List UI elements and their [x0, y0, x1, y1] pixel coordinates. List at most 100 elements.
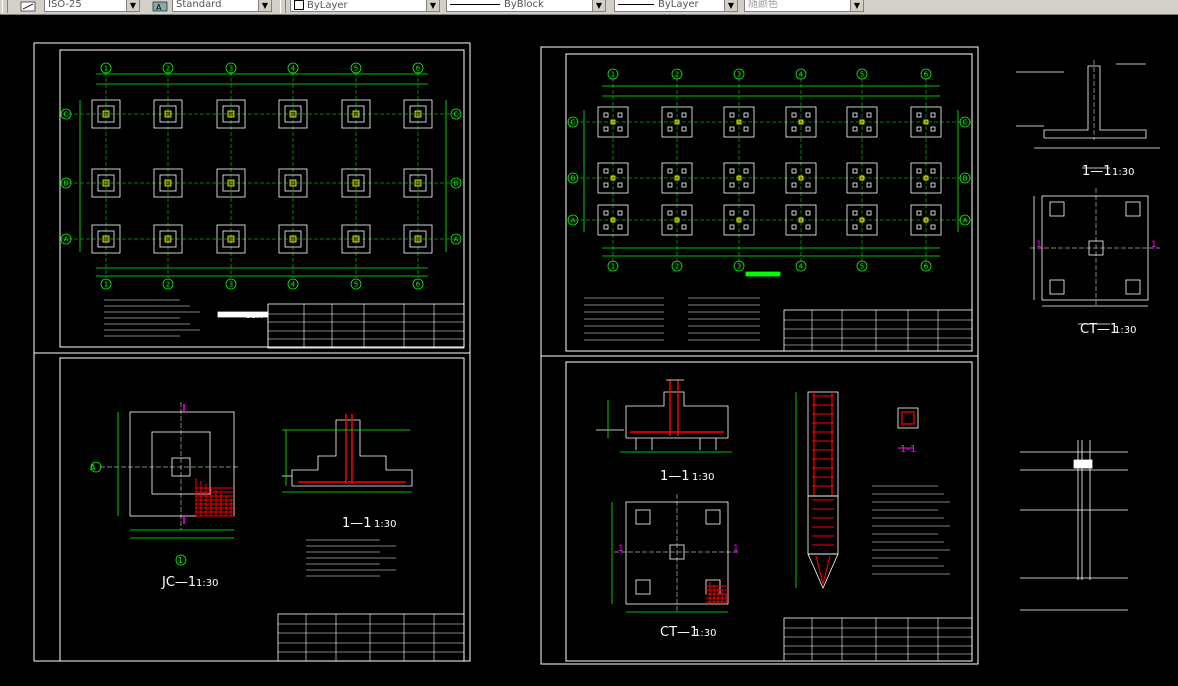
- axis-bubble-bottom-label: 6: [416, 281, 421, 289]
- axis-bubble-right-label: C: [454, 111, 459, 119]
- linetype-combo[interactable]: ByBlock ▼: [446, 0, 606, 12]
- pile-square: [805, 168, 811, 174]
- pile-axis-bubble-bottom-label: 1: [611, 263, 615, 271]
- pile-axis-bubble-bottom-label: 6: [924, 263, 929, 271]
- pile-axis-bubble-bottom-label: 2: [675, 263, 679, 271]
- pile-square: [617, 224, 623, 230]
- axis-bubble-top-label: 2: [166, 65, 170, 73]
- column-square: [227, 179, 235, 187]
- pile-column: [923, 175, 929, 181]
- section-scale-left: 1:30: [374, 519, 396, 530]
- fragment-cap: [1073, 459, 1093, 469]
- pile-square: [852, 224, 858, 230]
- pile-square: [916, 112, 922, 118]
- pile-column: [736, 119, 742, 125]
- pile-square: [791, 224, 797, 230]
- pile-square: [681, 126, 687, 132]
- text-style-icon[interactable]: A: [152, 0, 168, 13]
- column-square: [414, 110, 422, 118]
- chevron-down-icon[interactable]: ▼: [592, 0, 605, 11]
- pile-square: [617, 126, 623, 132]
- pile-square: [866, 210, 872, 216]
- far-section-outline: [1043, 65, 1147, 139]
- pile-square: [866, 168, 872, 174]
- pile-axis-bubble-left-label: A: [571, 217, 576, 225]
- pile-square: [805, 126, 811, 132]
- pile-square: [916, 210, 922, 216]
- pile-square: [729, 112, 735, 118]
- column-square: [289, 235, 297, 243]
- pile-square: [681, 224, 687, 230]
- axis-bubble-bottom-label: 5: [354, 281, 358, 289]
- plotstyle-value: 随颜色: [748, 0, 778, 10]
- chevron-down-icon[interactable]: ▼: [258, 0, 271, 11]
- pile-square: [603, 224, 609, 230]
- pile-square: [667, 224, 673, 230]
- pile-square: [930, 168, 936, 174]
- pile-cross-rebar: [901, 411, 915, 425]
- pile-plan-border: [565, 53, 973, 352]
- chevron-down-icon[interactable]: ▼: [426, 0, 439, 11]
- section-scale-right: 1:30: [692, 472, 714, 483]
- pile-square: [866, 224, 872, 230]
- pile-square: [916, 182, 922, 188]
- toolbar-grip[interactable]: [280, 0, 286, 13]
- linetype-value: ByBlock: [504, 0, 544, 10]
- pile-square: [791, 210, 797, 216]
- pile-column: [859, 119, 865, 125]
- axis-bubble-bottom-label: 1: [104, 281, 108, 289]
- ct-far-mark-left: 1: [1036, 240, 1042, 250]
- drawing-canvas[interactable]: 1 1 2 2 3 3 4 4 5 5 6 6 C C B B A A 1 1 2 2 3 3 4 4 5 5 6 6 C C B B A A JC—…: [0, 15, 1178, 686]
- lineweight-combo[interactable]: ByLayer ▼: [614, 0, 738, 12]
- pile-square: [729, 182, 735, 188]
- column-square: [414, 235, 422, 243]
- ct-pile-3: [635, 579, 651, 595]
- pile-square: [667, 126, 673, 132]
- ct-scale: 1:30: [694, 628, 716, 639]
- color-combo[interactable]: ByLayer ▼: [290, 0, 440, 12]
- ct-pile-2: [705, 509, 721, 525]
- column-square: [164, 110, 172, 118]
- pile-axis-bubble-bottom-label: 4: [799, 263, 804, 271]
- plotstyle-combo[interactable]: 随颜色 ▼: [744, 0, 864, 12]
- ct-title: CT—1: [660, 625, 698, 640]
- pile-square: [805, 182, 811, 188]
- pile-square: [617, 210, 623, 216]
- pile-axis-bubble-top-label: 3: [737, 71, 741, 79]
- text-style-combo[interactable]: Standard ▼: [172, 0, 272, 12]
- pile-axis-bubble-top-label: 6: [924, 71, 929, 79]
- pile-column: [674, 217, 680, 223]
- chevron-down-icon[interactable]: ▼: [850, 0, 863, 11]
- column-square: [352, 179, 360, 187]
- dimension-style-combo[interactable]: ISO-25 ▼: [44, 0, 140, 12]
- pile-square: [916, 126, 922, 132]
- plan-border: [59, 49, 465, 348]
- chevron-down-icon[interactable]: ▼: [724, 0, 737, 11]
- pile-column: [798, 217, 804, 223]
- pile-square: [852, 182, 858, 188]
- plan-scale: 1:100: [246, 313, 263, 320]
- far-ct-pile-3: [1049, 279, 1065, 295]
- pile-detail-border: [565, 361, 973, 662]
- left-sheet-frame: [33, 42, 471, 662]
- column-square: [352, 235, 360, 243]
- pile-square: [930, 224, 936, 230]
- pile-square: [667, 168, 673, 174]
- toolbar-grip[interactable]: [2, 0, 8, 13]
- pile-square: [617, 112, 623, 118]
- properties-toolbar: ISO-25 ▼ A Standard ▼ ByLayer ▼ ByBlock ▼ By…: [0, 0, 1178, 15]
- ct-pile-1: [635, 509, 651, 525]
- axis-bubble-left-label: C: [64, 111, 69, 119]
- axis-bubble-right-label: B: [454, 180, 459, 188]
- far-ct-pile-4: [1125, 279, 1141, 295]
- jc-title: JC—1: [161, 575, 196, 590]
- pile-axis-bubble-right-label: C: [963, 119, 968, 127]
- pile-plan-scale-bar: [745, 271, 781, 277]
- pile-column: [859, 175, 865, 181]
- chevron-down-icon[interactable]: ▼: [126, 0, 139, 11]
- pile-square: [791, 112, 797, 118]
- pile-square: [603, 210, 609, 216]
- pile-section-label: 1-1: [900, 444, 916, 455]
- dimension-style-icon[interactable]: [20, 0, 36, 13]
- color-swatch-icon: [294, 0, 304, 10]
